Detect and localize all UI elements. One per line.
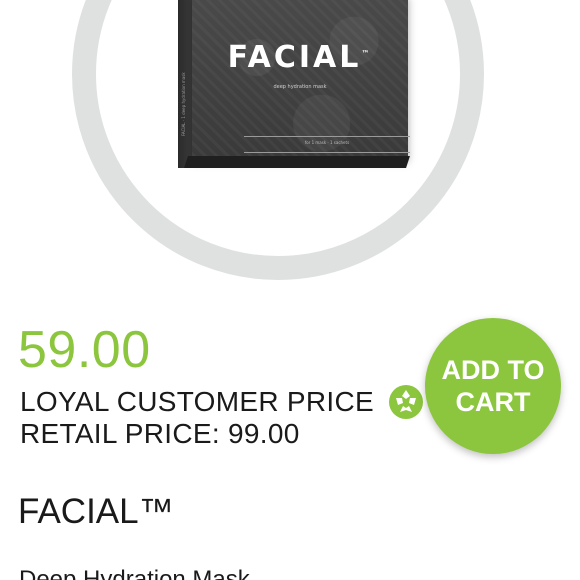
loyal-price-label: LOYAL CUSTOMER PRICE [20,386,375,417]
box-count: for 1 mask · 1 sachets [304,140,350,145]
box-brand: FACIAL™ [192,40,408,75]
box-front: FACIAL™ deep hydration mask for 1 mask ·… [192,0,410,156]
product-page: FACIAL · 1 deep hydration mask FACIAL™ d… [0,0,580,580]
loyal-customer-icon [389,385,424,419]
loyal-price-row: LOYAL CUSTOMER PRICE [20,384,424,420]
box-brand-trademark: ™ [361,49,373,58]
box-divider [244,136,410,137]
product-name: FACIAL™ [18,492,174,531]
box-subtitle: deep hydration mask [273,84,327,90]
retail-price: RETAIL PRICE: 99.00 [20,418,300,449]
product-image: FACIAL · 1 deep hydration mask FACIAL™ d… [178,0,410,174]
box-divider [244,152,410,153]
add-to-cart-button[interactable]: ADD TO CART [425,318,561,454]
box-brand-text: FACIAL [227,40,362,75]
box-bottom [184,156,410,168]
product-description: Deep Hydration Mask [19,566,250,580]
box-spine: FACIAL · 1 deep hydration mask [178,0,192,168]
loyal-price: 59.00 [18,321,151,379]
box-spine-text: FACIAL · 1 deep hydration mask [181,72,186,136]
